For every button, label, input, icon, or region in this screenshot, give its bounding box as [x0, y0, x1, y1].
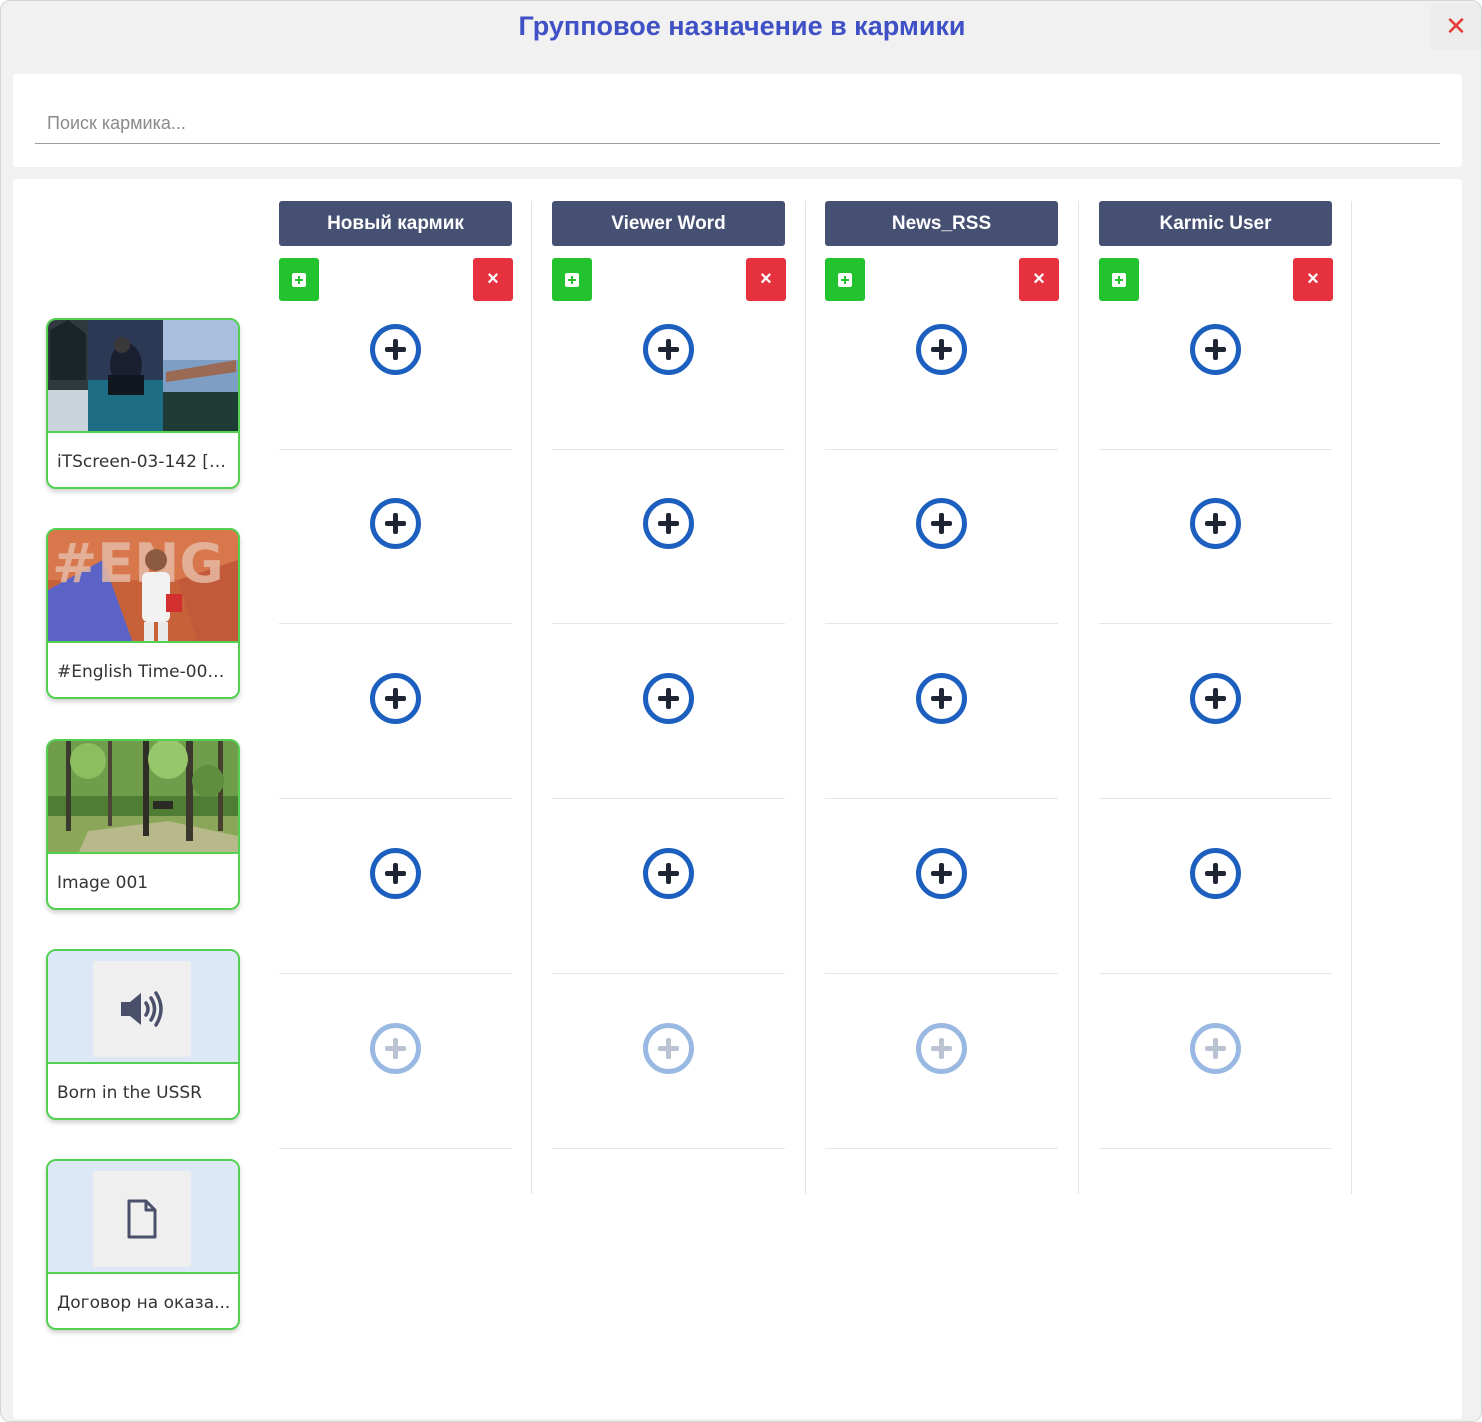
cell-divider: [552, 623, 785, 624]
cell-divider: [279, 798, 512, 799]
remove-karmic-button[interactable]: ×: [1293, 258, 1333, 301]
dialog-title: Групповое назначение в кармики: [518, 11, 966, 41]
media-name: Image 001: [57, 873, 149, 893]
cell-divider: [825, 449, 1058, 450]
media-name: iTScreen-03-142 [A...: [57, 452, 232, 472]
cell-divider: [1099, 623, 1332, 624]
cell-divider: [279, 1148, 512, 1149]
cell-divider: [825, 1148, 1058, 1149]
search-panel: [13, 74, 1462, 167]
media-name: Born in the USSR: [57, 1083, 202, 1103]
cell-divider: [1099, 973, 1332, 974]
audio-thumbnail: [48, 951, 238, 1064]
add-assignment-icon: [916, 1023, 967, 1074]
add-karmic-button[interactable]: [1099, 258, 1139, 301]
assignment-panel: iTScreen-03-142 [A... #ENG #English Time…: [13, 179, 1462, 1419]
karmic-header[interactable]: Karmic User: [1099, 201, 1332, 246]
cell-divider: [825, 973, 1058, 974]
media-name: Договор на оказа...: [57, 1293, 231, 1313]
forest-thumbnail: [48, 741, 238, 854]
add-karmic-button[interactable]: [825, 258, 865, 301]
media-item[interactable]: Договор на оказа...: [46, 1159, 240, 1330]
add-assignment-icon: [370, 1023, 421, 1074]
cell-divider: [825, 798, 1058, 799]
add-assignment-icon[interactable]: [370, 673, 421, 724]
search-input[interactable]: [35, 104, 1440, 144]
plus-square-icon: [1112, 272, 1126, 287]
cell-divider: [552, 449, 785, 450]
add-assignment-icon: [643, 1023, 694, 1074]
svg-text:#ENG: #ENG: [52, 532, 224, 595]
add-assignment-icon[interactable]: [643, 498, 694, 549]
cell-divider: [1099, 798, 1332, 799]
add-assignment-icon[interactable]: [916, 848, 967, 899]
media-name: #English Time-004 ...: [57, 662, 232, 682]
media-item[interactable]: Image 001: [46, 739, 240, 910]
add-assignment-icon[interactable]: [1190, 498, 1241, 549]
collage-thumbnail: [48, 320, 238, 433]
karmic-header[interactable]: News_RSS: [825, 201, 1058, 246]
add-assignment-icon[interactable]: [370, 324, 421, 375]
cell-divider: [552, 973, 785, 974]
cell-divider: [552, 798, 785, 799]
close-icon: ×: [487, 268, 499, 290]
column-divider: [805, 201, 806, 1194]
add-assignment-icon[interactable]: [916, 673, 967, 724]
cell-divider: [1099, 449, 1332, 450]
column-divider: [1078, 201, 1079, 1194]
media-item[interactable]: #ENG #English Time-004 ...: [46, 528, 240, 699]
add-assignment-icon[interactable]: [1190, 324, 1241, 375]
remove-karmic-button[interactable]: ×: [473, 258, 513, 301]
remove-karmic-button[interactable]: ×: [746, 258, 786, 301]
add-karmic-button[interactable]: [552, 258, 592, 301]
add-assignment-icon[interactable]: [916, 498, 967, 549]
add-assignment-icon[interactable]: [643, 848, 694, 899]
cell-divider: [1099, 1148, 1332, 1149]
add-assignment-icon[interactable]: [643, 673, 694, 724]
document-icon: [93, 1171, 191, 1267]
close-icon: ×: [760, 268, 772, 290]
add-assignment-icon[interactable]: [1190, 848, 1241, 899]
karmic-header[interactable]: Новый кармик: [279, 201, 512, 246]
add-assignment-icon: [1190, 1023, 1241, 1074]
karmic-header[interactable]: Viewer Word: [552, 201, 785, 246]
speaker-icon: [93, 961, 191, 1057]
english-time-thumbnail: #ENG: [48, 530, 238, 643]
plus-square-icon: [565, 272, 579, 287]
cell-divider: [825, 623, 1058, 624]
column-divider: [531, 201, 532, 1194]
cell-divider: [279, 973, 512, 974]
plus-square-icon: [838, 272, 852, 287]
close-icon: ×: [1033, 268, 1045, 290]
cell-divider: [279, 623, 512, 624]
media-item[interactable]: Born in the USSR: [46, 949, 240, 1120]
add-assignment-icon[interactable]: [916, 324, 967, 375]
close-button[interactable]: ✕: [1431, 4, 1481, 50]
add-assignment-icon[interactable]: [370, 848, 421, 899]
close-icon: ×: [1307, 268, 1319, 290]
cell-divider: [552, 1148, 785, 1149]
cell-divider: [279, 449, 512, 450]
add-assignment-icon[interactable]: [643, 324, 694, 375]
remove-karmic-button[interactable]: ×: [1019, 258, 1059, 301]
media-item[interactable]: iTScreen-03-142 [A...: [46, 318, 240, 489]
group-assign-dialog: Групповое назначение в кармики ✕ Поиск к…: [0, 0, 1482, 1422]
add-karmic-button[interactable]: [279, 258, 319, 301]
column-divider: [1351, 201, 1352, 1194]
plus-square-icon: [292, 272, 306, 287]
add-assignment-icon[interactable]: [1190, 673, 1241, 724]
document-thumbnail: [48, 1161, 238, 1274]
add-assignment-icon[interactable]: [370, 498, 421, 549]
